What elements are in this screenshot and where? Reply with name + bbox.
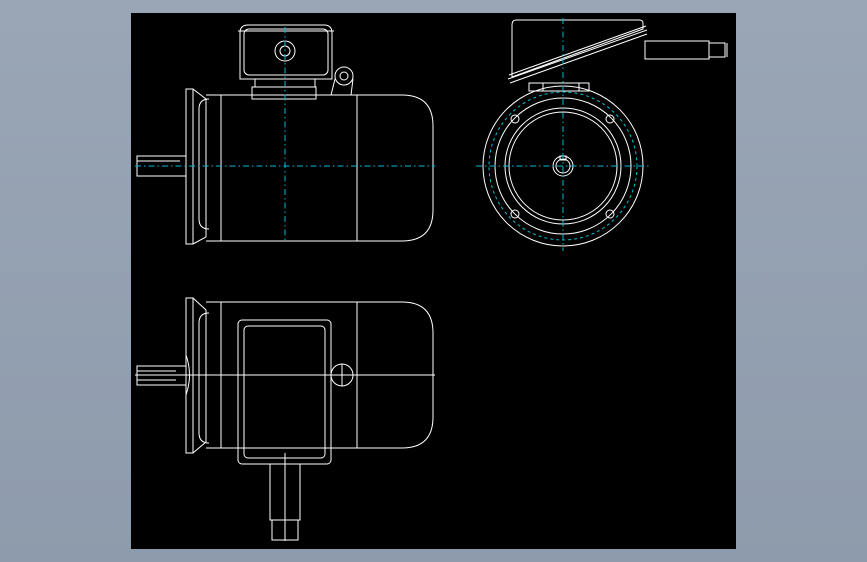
end-terminal-box [507, 19, 648, 92]
terminal-box [238, 24, 334, 100]
top-terminal-box [237, 319, 332, 465]
cable-gland [644, 40, 728, 60]
front-motor-body [198, 94, 434, 242]
motor-drawing [135, 18, 728, 541]
cad-viewport[interactable] [131, 13, 736, 549]
front-view [135, 24, 435, 245]
top-view [135, 297, 435, 541]
lifting-eye [330, 66, 354, 96]
end-view [476, 18, 728, 251]
